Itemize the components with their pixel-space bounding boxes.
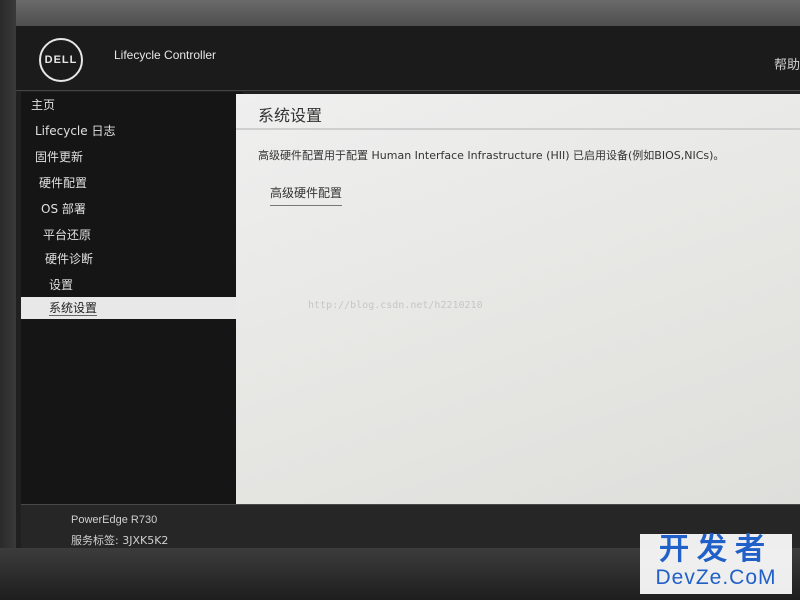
sidebar-item-home[interactable]: 主页: [31, 94, 253, 116]
site-watermark-en: DevZe.CoM: [655, 566, 777, 589]
monitor-bezel-left: [0, 0, 16, 600]
dell-logo-text: DELL: [44, 54, 78, 66]
blog-watermark-url: http://blog.csdn.net/h2210210: [308, 300, 483, 311]
sidebar-item-label: 主页: [31, 98, 56, 112]
sidebar-nav: 主页 Lifecycle 日志 固件更新 硬件配置 OS 部署 平台还原 硬件诊…: [21, 92, 243, 504]
sidebar-item-label: 硬件诊断: [45, 252, 94, 266]
site-watermark: 开发者 DevZe.CoM: [640, 534, 792, 594]
sidebar-item-system-settings[interactable]: 系统设置: [21, 297, 243, 319]
service-tag: 服务标签: 3JXK5K2: [71, 534, 169, 547]
sidebar-item-hardware-diagnostics[interactable]: 硬件诊断: [45, 248, 267, 270]
sidebar-item-os-deployment[interactable]: OS 部署: [41, 198, 263, 220]
page-title: 系统设置: [258, 106, 323, 125]
page-description: 高级硬件配置用于配置 Human Interface Infrastructur…: [258, 149, 725, 162]
content-header: 系统设置: [236, 94, 800, 130]
site-watermark-cn: 开发者: [659, 532, 773, 567]
sidebar-item-platform-restore[interactable]: 平台还原: [43, 224, 265, 246]
lifecycle-controller-screen: DELL Lifecycle Controller 帮助 主页 Lifecycl…: [16, 26, 800, 548]
help-link[interactable]: 帮助: [774, 54, 800, 73]
server-model: PowerEdge R730: [71, 514, 158, 526]
main-content: 系统设置 高级硬件配置用于配置 Human Interface Infrastr…: [236, 94, 800, 506]
sidebar-item-firmware-update[interactable]: 固件更新: [35, 146, 257, 168]
footer-divider: [21, 504, 800, 505]
header-bar: DELL Lifecycle Controller 帮助: [16, 26, 800, 91]
sidebar-item-hardware-config[interactable]: 硬件配置: [39, 172, 261, 194]
dell-logo: DELL: [39, 38, 83, 82]
sidebar-item-label: 固件更新: [35, 150, 84, 164]
sidebar-item-label: 系统设置: [49, 301, 98, 316]
sidebar-item-label: Lifecycle 日志: [35, 124, 116, 138]
sidebar-item-label: 平台还原: [43, 228, 92, 242]
sidebar-item-label: 硬件配置: [39, 176, 88, 190]
app-title: Lifecycle Controller: [114, 48, 217, 62]
sidebar-item-label: OS 部署: [41, 202, 86, 216]
sidebar-item-label: 设置: [49, 278, 74, 292]
advanced-hardware-config-link[interactable]: 高级硬件配置: [270, 184, 343, 206]
sidebar-item-lifecycle-log[interactable]: Lifecycle 日志: [35, 120, 257, 142]
